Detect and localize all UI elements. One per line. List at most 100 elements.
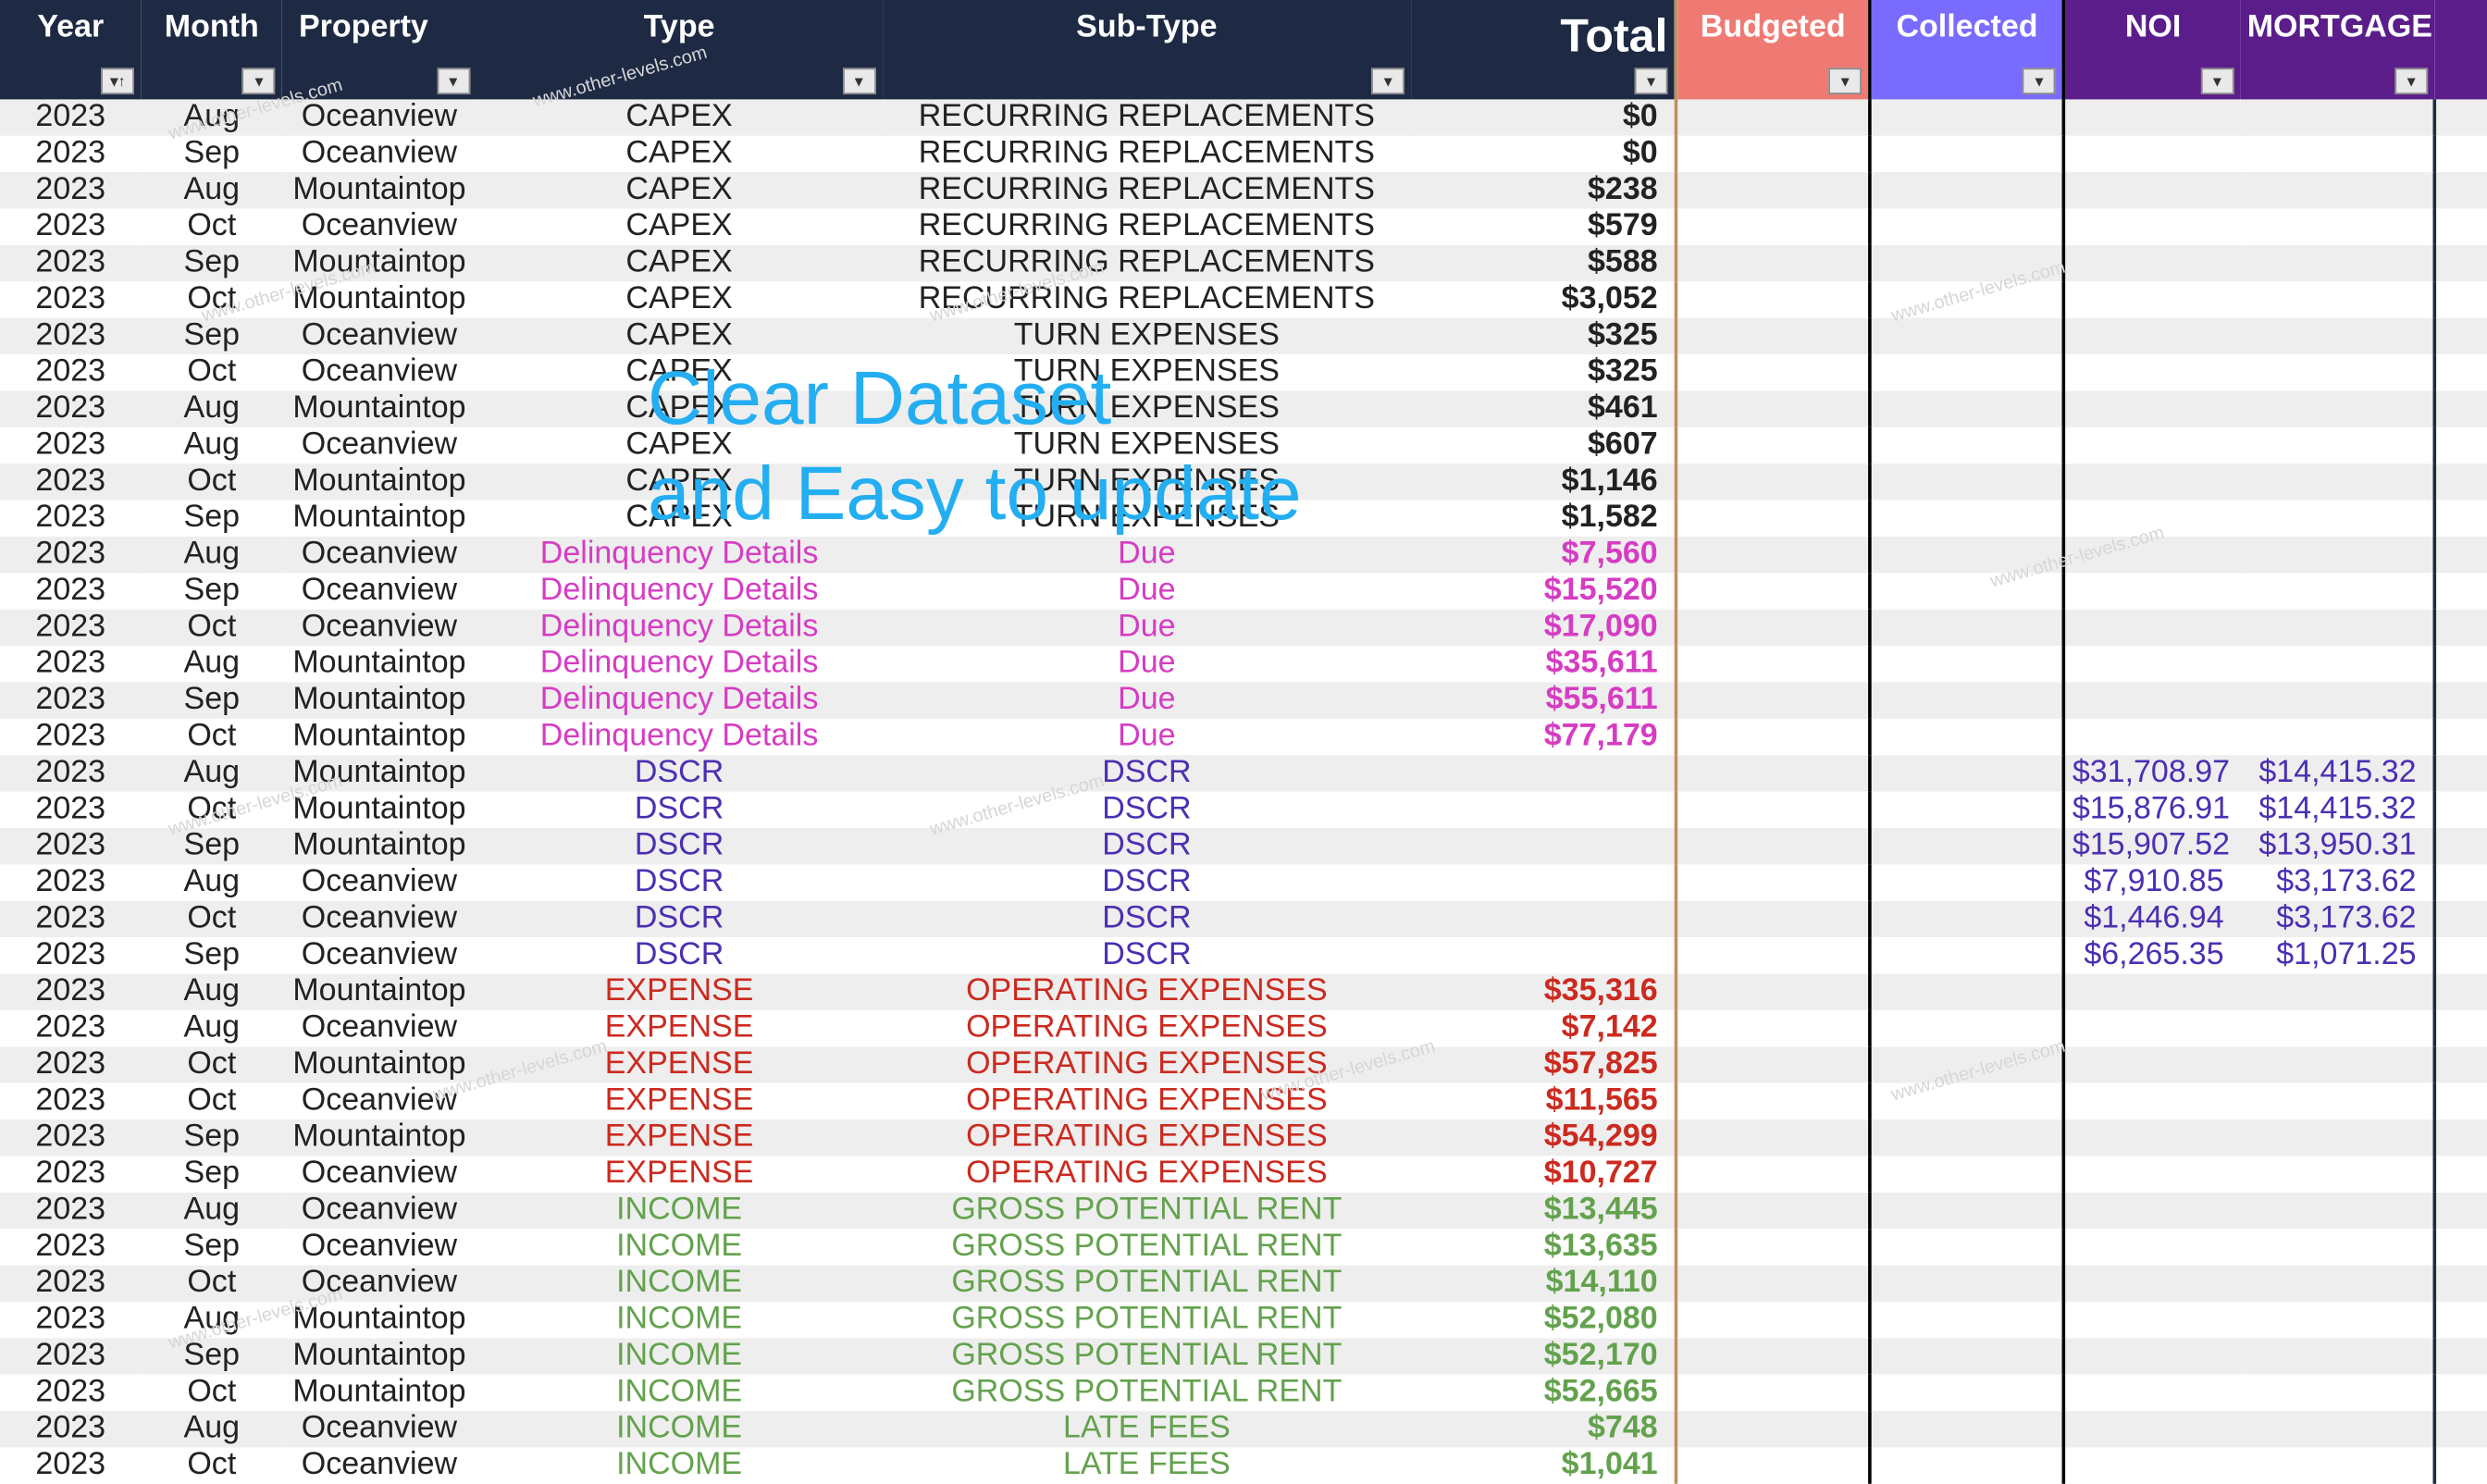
cell-collected: [1870, 537, 2064, 573]
cell-total: $13,635: [1411, 1229, 1676, 1265]
cell-noi: [2064, 610, 2241, 646]
filter-dropdown-icon[interactable]: ▾: [1635, 68, 1668, 94]
col-property[interactable]: Property▾: [282, 0, 476, 99]
cell-budgeted: [1676, 974, 1870, 1010]
cell-subtype: RECURRING REPLACEMENTS: [882, 281, 1411, 317]
cell-noi: [2064, 573, 2241, 609]
cell-mortgage: [2241, 1119, 2435, 1156]
cell-property: Mountaintop: [282, 792, 476, 828]
cell-edge: [2434, 245, 2487, 281]
cell-total: $35,316: [1411, 974, 1676, 1010]
filter-sort-asc-icon[interactable]: ▾↑: [102, 68, 135, 94]
cell-property: Oceanview: [282, 1266, 476, 1302]
cell-property: Oceanview: [282, 1411, 476, 1447]
col-mortgage[interactable]: MORTGAGE▾: [2241, 0, 2435, 99]
cell-type: CAPEX: [476, 99, 883, 135]
col-budgeted[interactable]: Budgeted▾: [1676, 0, 1870, 99]
cell-month: Aug: [142, 1302, 283, 1338]
cell-total: $748: [1411, 1411, 1676, 1447]
cell-type: DSCR: [476, 755, 883, 791]
filter-dropdown-icon[interactable]: ▾: [2201, 68, 2234, 94]
col-edge: [2434, 0, 2487, 99]
cell-noi: [2064, 1338, 2241, 1374]
cell-month: Aug: [142, 99, 283, 135]
cell-collected: [1870, 427, 2064, 464]
cell-month: Sep: [142, 501, 283, 537]
cell-month: Oct: [142, 1046, 283, 1082]
cell-month: Sep: [142, 1338, 283, 1374]
filter-dropdown-icon[interactable]: ▾: [1371, 68, 1404, 94]
table-row: 2023SepMountaintopEXPENSEOPERATING EXPEN…: [0, 1119, 2487, 1156]
cell-month: Aug: [142, 1411, 283, 1447]
cell-collected: [1870, 1338, 2064, 1374]
cell-subtype: RECURRING REPLACEMENTS: [882, 172, 1411, 208]
col-month[interactable]: Month▾: [142, 0, 283, 99]
table-row: 2023SepOceanviewDelinquency DetailsDue$1…: [0, 573, 2487, 609]
filter-dropdown-icon[interactable]: ▾: [242, 68, 276, 94]
cell-property: Oceanview: [282, 1229, 476, 1265]
cell-subtype: LATE FEES: [882, 1447, 1411, 1483]
cell-total: $52,080: [1411, 1302, 1676, 1338]
cell-budgeted: [1676, 209, 1870, 245]
cell-month: Sep: [142, 828, 283, 864]
cell-budgeted: [1676, 1156, 1870, 1192]
table-row: 2023SepMountaintopDSCRDSCR$15,907.52$13,…: [0, 828, 2487, 864]
table-row: 2023AugMountaintopCAPEXTURN EXPENSES$461: [0, 390, 2487, 427]
cell-collected: [1870, 1046, 2064, 1082]
cell-edge: [2434, 792, 2487, 828]
col-year[interactable]: Year▾↑: [0, 0, 142, 99]
cell-type: DSCR: [476, 937, 883, 973]
col-type[interactable]: Type▾: [476, 0, 883, 99]
cell-month: Oct: [142, 354, 283, 390]
cell-subtype: Due: [882, 682, 1411, 718]
filter-dropdown-icon[interactable]: ▾: [2023, 68, 2056, 94]
cell-year: 2023: [0, 209, 142, 245]
cell-subtype: DSCR: [882, 755, 1411, 791]
col-noi[interactable]: NOI▾: [2064, 0, 2241, 99]
filter-dropdown-icon[interactable]: ▾: [1828, 68, 1862, 94]
table-row: 2023AugMountaintopCAPEXRECURRING REPLACE…: [0, 172, 2487, 208]
cell-subtype: GROSS POTENTIAL RENT: [882, 1302, 1411, 1338]
cell-collected: [1870, 209, 2064, 245]
filter-dropdown-icon[interactable]: ▾: [842, 68, 875, 94]
filter-dropdown-icon[interactable]: ▾: [2394, 68, 2428, 94]
cell-noi: $15,907.52: [2064, 828, 2241, 864]
cell-total: $52,170: [1411, 1338, 1676, 1374]
cell-mortgage: [2241, 1156, 2435, 1192]
cell-collected: [1870, 354, 2064, 390]
table-row: 2023AugMountaintopEXPENSEOPERATING EXPEN…: [0, 974, 2487, 1010]
cell-property: Mountaintop: [282, 245, 476, 281]
header-label: Collected: [1896, 10, 2037, 45]
header-label: Total: [1560, 10, 1667, 61]
table-row: 2023OctOceanviewDSCRDSCR$1,446.94$3,173.…: [0, 901, 2487, 937]
cell-month: Oct: [142, 1375, 283, 1411]
cell-mortgage: $3,173.62: [2241, 901, 2435, 937]
cell-property: Mountaintop: [282, 390, 476, 427]
cell-total: $3,052: [1411, 281, 1676, 317]
cell-noi: [2064, 427, 2241, 464]
col-total[interactable]: Total ▾: [1411, 0, 1676, 99]
table-row: 2023AugOceanviewCAPEXTURN EXPENSES$607: [0, 427, 2487, 464]
col-collected[interactable]: Collected ▾: [1870, 0, 2064, 99]
cell-type: Delinquency Details: [476, 610, 883, 646]
cell-budgeted: [1676, 464, 1870, 500]
cell-budgeted: [1676, 901, 1870, 937]
cell-subtype: OPERATING EXPENSES: [882, 1083, 1411, 1119]
cell-year: 2023: [0, 1193, 142, 1229]
cell-noi: [2064, 646, 2241, 682]
cell-mortgage: [2241, 1338, 2435, 1374]
cell-budgeted: [1676, 99, 1870, 135]
cell-month: Sep: [142, 1119, 283, 1156]
cell-budgeted: [1676, 281, 1870, 317]
filter-dropdown-icon[interactable]: ▾: [437, 68, 470, 94]
cell-subtype: GROSS POTENTIAL RENT: [882, 1375, 1411, 1411]
cell-collected: [1870, 1411, 2064, 1447]
cell-property: Oceanview: [282, 610, 476, 646]
cell-collected: [1870, 501, 2064, 537]
cell-subtype: RECURRING REPLACEMENTS: [882, 245, 1411, 281]
table-row: 2023OctOceanviewCAPEXTURN EXPENSES$325: [0, 354, 2487, 390]
col-subtype[interactable]: Sub-Type ▾: [882, 0, 1411, 99]
cell-noi: [2064, 1193, 2241, 1229]
header-label: Sub-Type: [1076, 10, 1217, 45]
table-row: 2023AugOceanviewDSCRDSCR$7,910.85$3,173.…: [0, 864, 2487, 900]
